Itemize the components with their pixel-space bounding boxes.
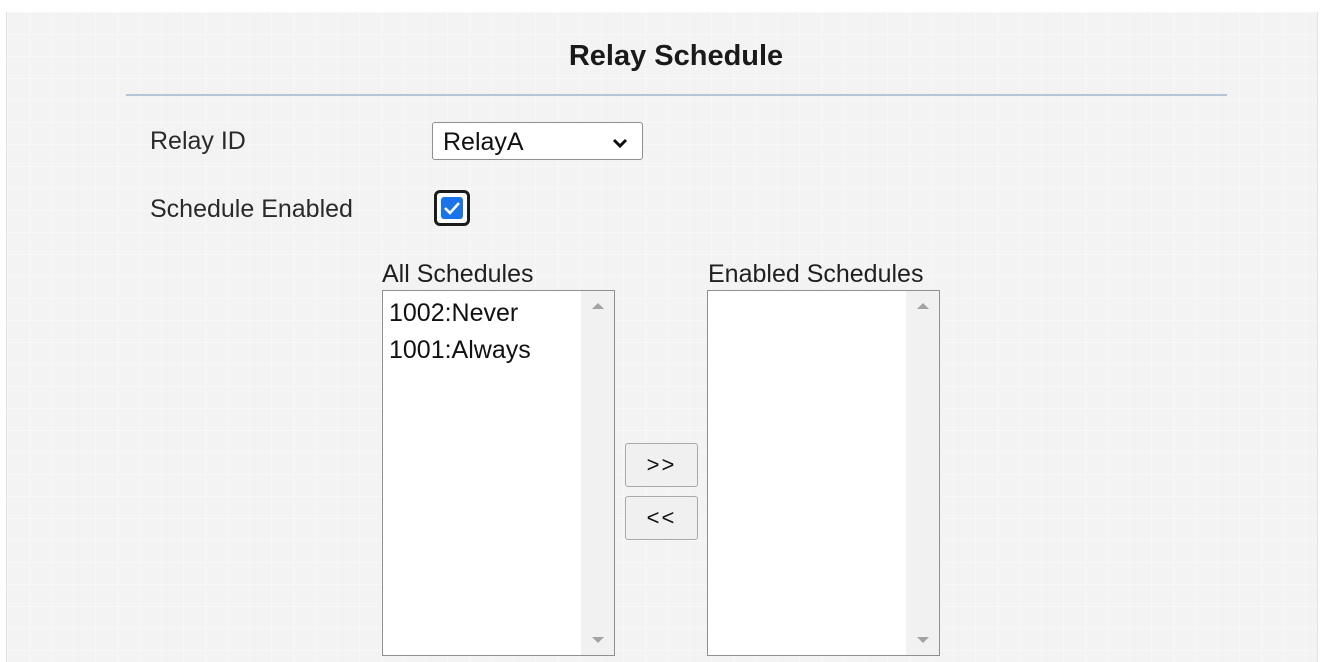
add-schedule-button[interactable]: >>	[625, 443, 698, 487]
list-item[interactable]: 1001:Always	[389, 332, 531, 369]
scroll-down-icon[interactable]	[592, 637, 604, 643]
all-schedules-scrollbar[interactable]	[581, 291, 614, 655]
enabled-schedules-scrollbar[interactable]	[906, 291, 939, 655]
chevron-down-icon	[612, 136, 628, 154]
remove-schedule-button[interactable]: <<	[625, 496, 698, 540]
schedule-enabled-label: Schedule Enabled	[150, 195, 353, 223]
all-schedules-caption: All Schedules	[382, 260, 534, 288]
checkbox-fill	[441, 197, 463, 219]
list-item[interactable]: 1002:Never	[389, 295, 531, 332]
page-title: Relay Schedule	[568, 40, 784, 72]
scroll-up-icon[interactable]	[592, 303, 604, 309]
relay-id-select[interactable]: RelayA	[432, 122, 643, 160]
schedule-enabled-checkbox[interactable]	[434, 190, 470, 226]
scroll-up-icon[interactable]	[917, 303, 929, 309]
title-divider	[126, 94, 1227, 96]
all-schedules-listbox[interactable]: 1002:Never 1001:Always	[382, 290, 615, 656]
enabled-schedules-listbox[interactable]	[707, 290, 940, 656]
enabled-schedules-caption: Enabled Schedules	[708, 260, 924, 288]
relay-id-label: Relay ID	[150, 127, 246, 155]
scroll-down-icon[interactable]	[917, 637, 929, 643]
relay-schedule-panel	[6, 12, 1318, 662]
checkmark-icon	[444, 202, 460, 215]
relay-id-value: RelayA	[443, 128, 524, 156]
all-schedules-items: 1002:Never 1001:Always	[389, 295, 531, 369]
